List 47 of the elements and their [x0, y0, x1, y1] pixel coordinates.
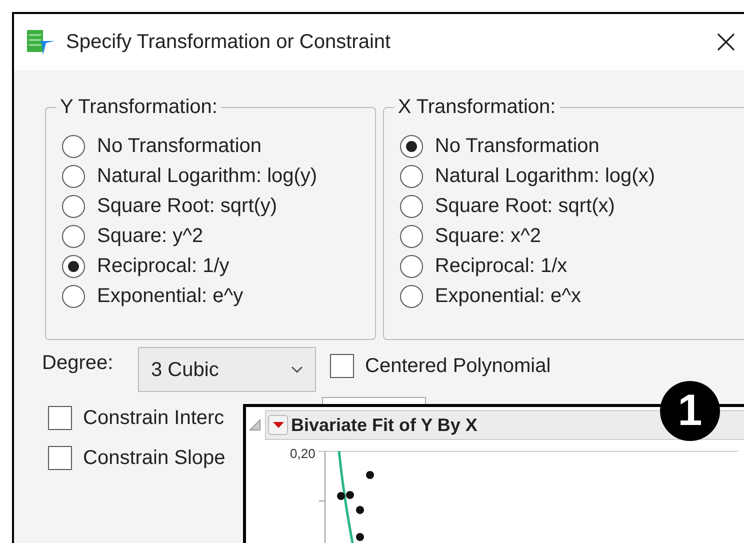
- option-label: Square Root: sqrt(x): [434, 194, 615, 219]
- checkbox[interactable]: [48, 406, 72, 430]
- checkbox[interactable]: [48, 446, 72, 470]
- radio-button[interactable]: [400, 134, 423, 158]
- option-label: Natural Logarithm: log(x): [434, 164, 655, 189]
- option-label: Square: y^2: [97, 224, 204, 249]
- radio-button[interactable]: [62, 164, 85, 188]
- report-title: Bivariate Fit of Y By X: [291, 414, 478, 437]
- radio-button[interactable]: [400, 254, 423, 278]
- option-label: Exponential: e^x: [434, 284, 582, 309]
- axis-tick-label: 0,20: [290, 445, 316, 463]
- radio-button[interactable]: [62, 254, 85, 278]
- group-title: Y Transformation:: [59, 95, 218, 120]
- radio-button[interactable]: [400, 224, 423, 248]
- disclosure-triangle-icon[interactable]: [249, 419, 261, 431]
- option-label: Natural Logarithm: log(y): [97, 164, 318, 189]
- radio-button[interactable]: [62, 194, 85, 218]
- option-label: No Transformation: [97, 134, 262, 159]
- chevron-icon: [291, 366, 303, 374]
- degree-label: Degree:: [42, 351, 114, 376]
- input-field[interactable]: [322, 397, 426, 404]
- checkbox[interactable]: [330, 354, 354, 378]
- option-label: Exponential: e^y: [97, 284, 244, 309]
- dropdown-triangle-icon: [272, 422, 284, 428]
- group-title: X Transformation:: [396, 95, 557, 120]
- checkbox-label: Constrain Interc: [83, 406, 224, 431]
- data-point: [356, 506, 364, 514]
- radio-button[interactable]: [62, 134, 85, 158]
- radio-button[interactable]: [400, 284, 423, 308]
- data-point: [356, 533, 364, 541]
- degree-dropdown[interactable]: 3 Cubic: [138, 347, 316, 392]
- close-icon[interactable]: [716, 32, 736, 52]
- data-point: [366, 471, 374, 479]
- option-label: No Transformation: [434, 134, 600, 159]
- option-label: Reciprocal: 1/x: [434, 254, 568, 279]
- option-label: Reciprocal: 1/y: [97, 254, 230, 279]
- window-title: Specify Transformation or Constraint: [66, 30, 391, 55]
- menu-button[interactable]: [268, 415, 288, 435]
- radio-button[interactable]: [400, 164, 423, 188]
- checkbox-label: Centered Polynomial: [365, 354, 551, 379]
- option-label: Square Root: sqrt(y): [97, 194, 278, 219]
- radio-button[interactable]: [62, 284, 85, 308]
- radio-button[interactable]: [62, 224, 85, 248]
- app-icon: [26, 28, 56, 56]
- option-label: Square: x^2: [434, 224, 542, 249]
- checkbox-label: Constrain Slope: [83, 446, 226, 471]
- radio-button[interactable]: [400, 194, 423, 218]
